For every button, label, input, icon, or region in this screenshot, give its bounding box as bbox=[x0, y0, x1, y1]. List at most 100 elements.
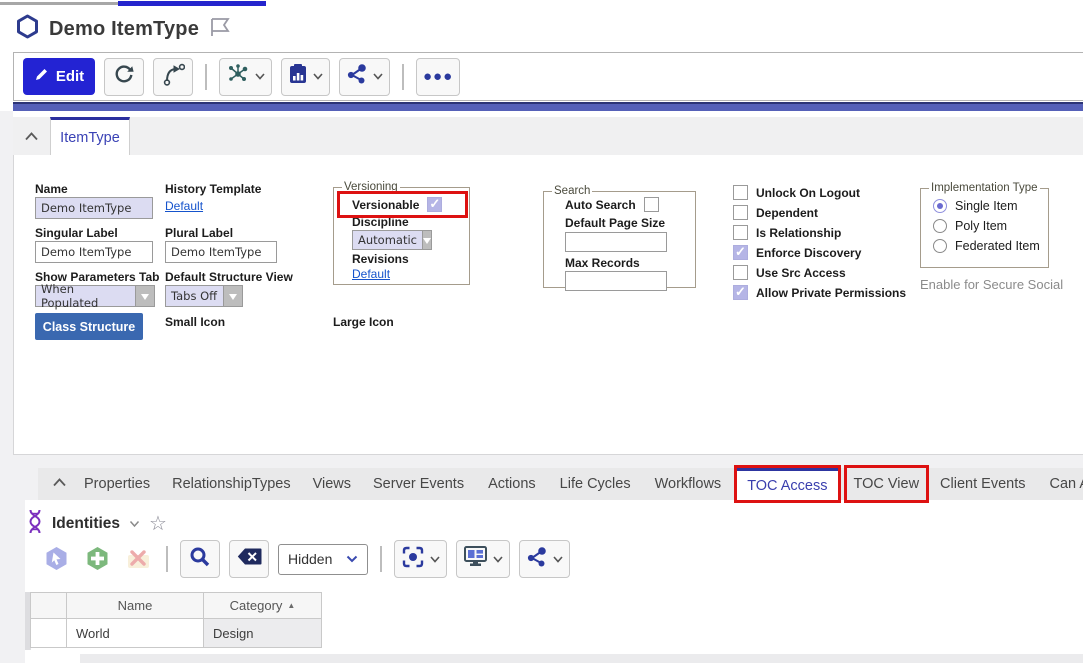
dropdown-arrow-icon[interactable] bbox=[422, 231, 431, 249]
option-row: Allow Private Permissions bbox=[733, 285, 906, 300]
allow-private-permissions-checkbox[interactable] bbox=[733, 285, 748, 300]
poly-item-radio[interactable] bbox=[933, 219, 947, 233]
option-row: Enforce Discovery bbox=[733, 245, 861, 260]
use-src-access-checkbox[interactable] bbox=[733, 265, 748, 280]
reports-button[interactable] bbox=[281, 58, 330, 96]
discipline-select[interactable]: Automatic bbox=[352, 230, 432, 250]
share-icon bbox=[346, 63, 368, 90]
unlock-on-logout-checkbox[interactable] bbox=[733, 185, 748, 200]
promote-arrow-icon bbox=[162, 63, 185, 91]
ellipsis-icon: ●●● bbox=[423, 68, 453, 85]
chevron-down-icon bbox=[493, 556, 503, 563]
tab-toc-access[interactable]: TOC Access bbox=[737, 468, 837, 500]
tab-itemtype-label: ItemType bbox=[60, 130, 120, 146]
toolbar-separator bbox=[380, 546, 382, 572]
grid-share-button[interactable] bbox=[519, 540, 570, 578]
default-structure-view-label: Default Structure View bbox=[165, 270, 293, 284]
tab-can-add[interactable]: Can Add bbox=[1049, 476, 1083, 492]
singular-label-field[interactable]: Demo ItemType bbox=[35, 241, 153, 263]
tab-itemtype[interactable]: ItemType bbox=[50, 117, 130, 155]
focus-button[interactable] bbox=[394, 540, 447, 578]
refresh-button[interactable] bbox=[104, 58, 144, 96]
tab-toc-view[interactable]: TOC View bbox=[847, 468, 927, 500]
chevron-down-icon[interactable] bbox=[129, 520, 140, 528]
sort-asc-icon: ▲ bbox=[287, 601, 295, 610]
grid-header-row: Name Category▲ bbox=[30, 592, 322, 618]
dropdown-arrow-icon[interactable] bbox=[223, 286, 242, 306]
clear-backspace-icon bbox=[237, 548, 262, 570]
federated-item-radio[interactable] bbox=[933, 239, 947, 253]
main-toolbar: Edit ●●● bbox=[13, 52, 1083, 101]
chevron-down-icon bbox=[553, 556, 563, 563]
class-structure-button[interactable]: Class Structure bbox=[35, 313, 143, 340]
favorite-star-icon[interactable]: ☆ bbox=[149, 516, 167, 532]
chevron-down-icon bbox=[430, 556, 440, 563]
single-item-label: Single Item bbox=[955, 199, 1018, 213]
secure-social-label: Enable for Secure Social bbox=[920, 277, 1063, 292]
poly-item-label: Poly Item bbox=[955, 219, 1007, 233]
item-header: Demo ItemType bbox=[16, 14, 231, 44]
max-records-field[interactable] bbox=[565, 271, 667, 291]
layout-view-button[interactable] bbox=[456, 540, 510, 578]
tab-workflows[interactable]: Workflows bbox=[655, 476, 722, 492]
search-icon bbox=[189, 546, 211, 573]
default-structure-view-select[interactable]: Tabs Off bbox=[165, 285, 243, 307]
small-icon-label: Small Icon bbox=[165, 315, 225, 329]
default-page-size-field[interactable] bbox=[565, 232, 667, 252]
more-actions-button[interactable]: ●●● bbox=[416, 58, 460, 96]
table-row[interactable]: World Design bbox=[30, 618, 322, 648]
history-template-link[interactable]: Default bbox=[165, 199, 203, 213]
enforce-discovery-checkbox[interactable] bbox=[733, 245, 748, 260]
collapse-chevron-icon[interactable] bbox=[52, 475, 67, 493]
inactive-tab-line bbox=[0, 2, 118, 5]
plural-label-field[interactable]: Demo ItemType bbox=[165, 241, 277, 263]
name-field[interactable]: Demo ItemType bbox=[35, 197, 153, 219]
row-header-cell bbox=[30, 592, 67, 618]
large-icon-label: Large Icon bbox=[333, 315, 394, 329]
tab-views[interactable]: Views bbox=[313, 476, 351, 492]
horizontal-scrollbar[interactable] bbox=[80, 654, 1083, 663]
collapse-chevron-icon[interactable] bbox=[24, 129, 39, 147]
dependent-checkbox[interactable] bbox=[733, 205, 748, 220]
radio-row: Federated Item bbox=[933, 239, 1040, 253]
tab-client-events[interactable]: Client Events bbox=[940, 476, 1025, 492]
dropdown-arrow-icon[interactable] bbox=[135, 286, 154, 306]
dependent-label: Dependent bbox=[756, 206, 818, 220]
discipline-value: Automatic bbox=[353, 231, 422, 249]
column-header-category[interactable]: Category▲ bbox=[204, 592, 322, 618]
revisions-label: Revisions bbox=[352, 252, 409, 266]
delete-row-icon[interactable] bbox=[122, 542, 154, 576]
tab-life-cycles[interactable]: Life Cycles bbox=[560, 476, 631, 492]
show-parameters-tab-select[interactable]: When Populated bbox=[35, 285, 155, 307]
edit-button[interactable]: Edit bbox=[23, 58, 95, 95]
implementation-type-legend: Implementation Type bbox=[929, 182, 1040, 194]
form-tab-strip bbox=[13, 117, 1083, 155]
structure-button[interactable] bbox=[219, 58, 272, 96]
structure-network-icon bbox=[226, 62, 250, 91]
allow-private-permissions-label: Allow Private Permissions bbox=[756, 286, 906, 300]
single-item-radio[interactable] bbox=[933, 199, 947, 213]
tab-actions[interactable]: Actions bbox=[488, 476, 536, 492]
tab-properties[interactable]: Properties bbox=[84, 476, 150, 492]
show-parameters-tab-value: When Populated bbox=[36, 286, 135, 306]
promote-button[interactable] bbox=[153, 58, 193, 96]
is-relationship-checkbox[interactable] bbox=[733, 225, 748, 240]
chevron-down-icon bbox=[346, 555, 358, 563]
flag-icon[interactable] bbox=[209, 17, 231, 42]
clear-search-button[interactable] bbox=[229, 540, 269, 578]
share-button[interactable] bbox=[339, 58, 390, 96]
identities-header: Identities ☆ bbox=[27, 509, 167, 539]
select-item-icon[interactable] bbox=[40, 542, 72, 576]
tab-server-events[interactable]: Server Events bbox=[373, 476, 464, 492]
tab-relationshiptypes[interactable]: RelationshipTypes bbox=[172, 476, 291, 492]
relationship-tab-strip: Properties RelationshipTypes Views Serve… bbox=[38, 468, 1083, 500]
run-search-button[interactable] bbox=[180, 540, 220, 578]
auto-search-checkbox[interactable] bbox=[644, 197, 659, 212]
auto-search-option: Auto Search bbox=[565, 197, 659, 212]
row-selector-cell[interactable] bbox=[30, 618, 67, 648]
column-header-name[interactable]: Name bbox=[67, 592, 204, 618]
add-row-icon[interactable] bbox=[81, 542, 113, 576]
is-relationship-label: Is Relationship bbox=[756, 226, 841, 240]
hidden-filter-select[interactable]: Hidden bbox=[278, 544, 368, 575]
revisions-link[interactable]: Default bbox=[352, 267, 390, 281]
